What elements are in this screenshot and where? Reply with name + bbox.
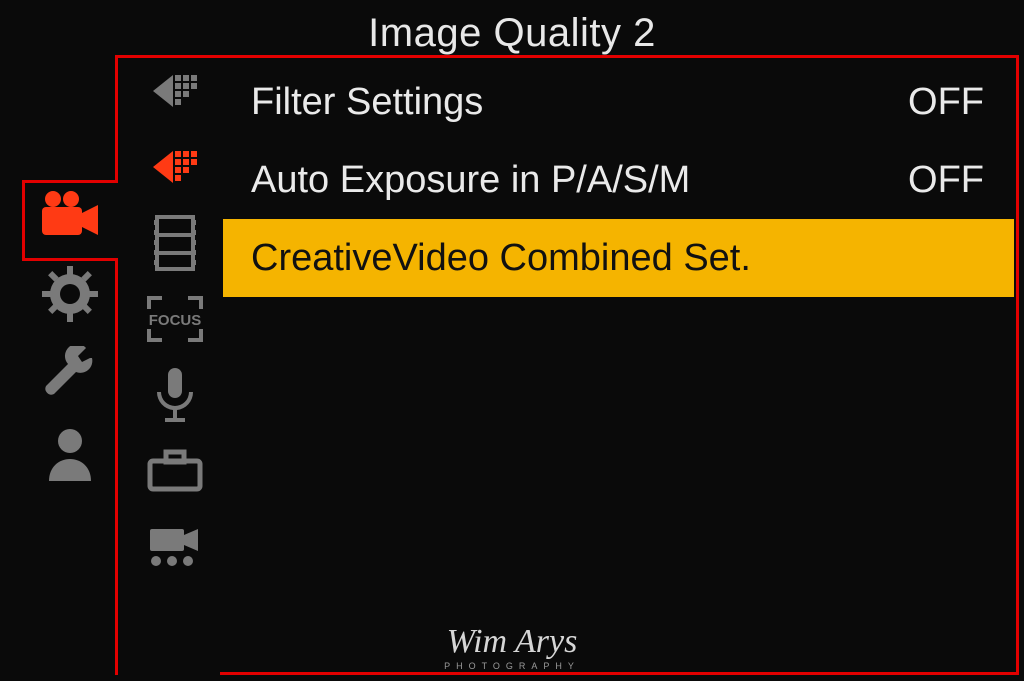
setting-label: CreativeVideo Combined Set.: [251, 237, 984, 280]
tab-camera-body[interactable]: [143, 440, 208, 502]
setting-row-auto-exposure[interactable]: Auto Exposure in P/A/S/M OFF: [223, 141, 1014, 219]
setting-row-creative-video[interactable]: CreativeVideo Combined Set.: [223, 219, 1014, 297]
video-settings-icon: [146, 525, 204, 569]
primary-tab-bar: [30, 183, 110, 485]
person-icon: [45, 427, 95, 481]
tab-image-quality-2[interactable]: [143, 136, 208, 198]
tab-video[interactable]: [35, 183, 105, 245]
watermark-subtitle: PHOTOGRAPHY: [444, 661, 580, 671]
setting-label: Filter Settings: [251, 81, 908, 124]
frame-segment: [115, 55, 118, 180]
image-quality-dots-active-icon: [147, 145, 203, 189]
setting-label: Auto Exposure in P/A/S/M: [251, 159, 908, 202]
tab-video-settings[interactable]: [143, 516, 208, 578]
secondary-tab-bar: FOCUS: [140, 60, 210, 578]
frame-segment: [22, 180, 25, 260]
tab-wrench[interactable]: [35, 343, 105, 405]
setting-row-filter-settings[interactable]: Filter Settings OFF: [223, 63, 1014, 141]
frame-segment: [115, 258, 118, 675]
microphone-icon: [155, 366, 195, 424]
setting-value: OFF: [908, 159, 984, 202]
camera-body-icon: [146, 449, 204, 493]
video-camera-icon: [38, 189, 102, 239]
filmstrip-icon: [154, 214, 196, 272]
tab-focus-bracket[interactable]: FOCUS: [143, 288, 208, 350]
wrench-icon: [42, 346, 98, 402]
gear-icon: [42, 266, 98, 322]
tab-filmstrip[interactable]: [143, 212, 208, 274]
svg-text:FOCUS: FOCUS: [149, 312, 202, 329]
watermark: Wim Arys PHOTOGRAPHY: [444, 625, 580, 671]
tab-image-quality-1[interactable]: [143, 60, 208, 122]
page-title: Image Quality 2: [0, 11, 1024, 56]
setting-value: OFF: [908, 81, 984, 124]
image-quality-dots-icon: [147, 69, 203, 113]
frame-segment: [115, 55, 223, 58]
settings-list: Filter Settings OFF Auto Exposure in P/A…: [223, 63, 1014, 297]
tab-person[interactable]: [35, 423, 105, 485]
tab-gear[interactable]: [35, 263, 105, 325]
watermark-signature: Wim Arys: [444, 625, 580, 659]
focus-bracket-icon: FOCUS: [146, 295, 204, 343]
tab-microphone[interactable]: [143, 364, 208, 426]
